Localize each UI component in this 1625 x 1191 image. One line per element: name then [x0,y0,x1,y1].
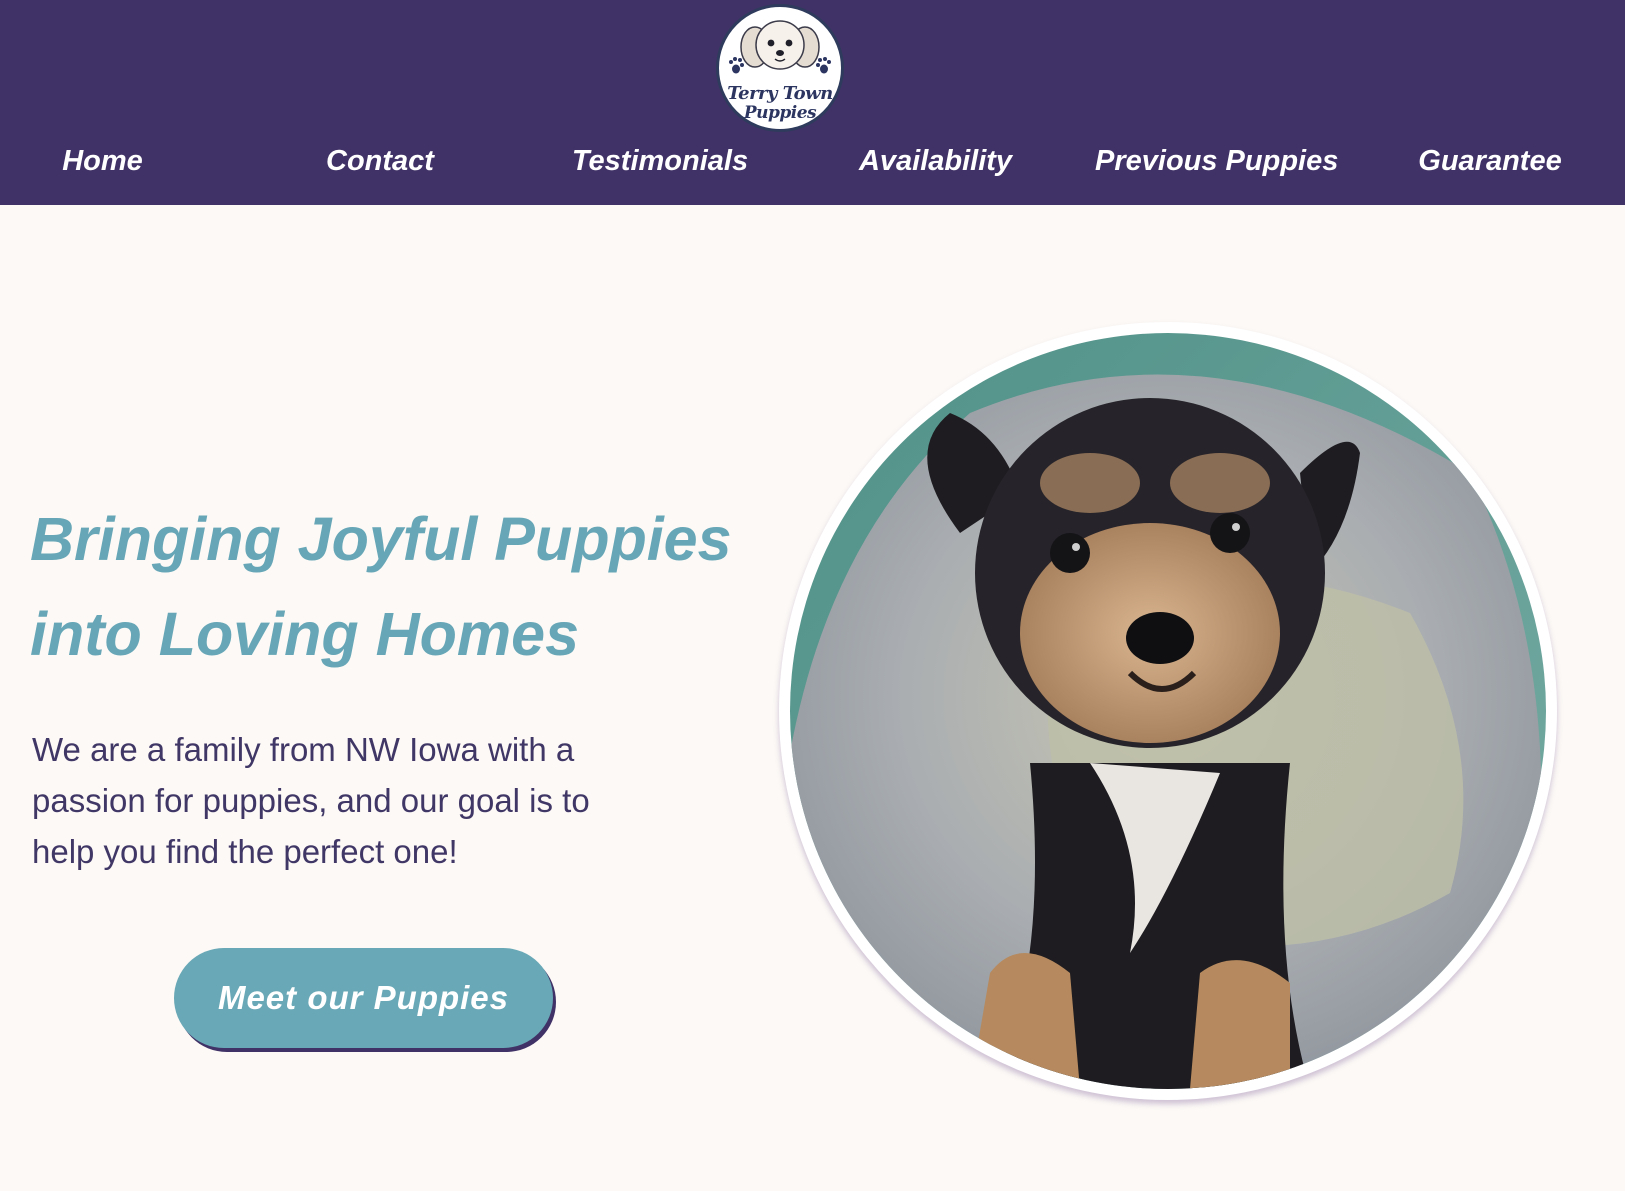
hero-text-line1: We are a family from NW Iowa with a [32,731,575,768]
hero-title-line1: Bringing Joyful Puppies [30,505,732,573]
main-nav: Home Contact Testimonials Availability P… [0,138,1625,184]
hero-text-line3: help you find the perfect one! [32,833,458,870]
hero-text-line2: passion for puppies, and our goal is to [32,782,590,819]
puppy-photo [790,333,1546,1089]
hero-title: Bringing Joyful Puppies into Loving Home… [30,492,750,682]
site-header: Terry Town Puppies Home Contact Testimon… [0,0,1625,205]
meet-our-puppies-button[interactable]: Meet our Puppies [174,948,553,1048]
hero-description: We are a family from NW Iowa with a pass… [32,724,732,877]
nav-contact[interactable]: Contact [305,138,455,184]
nav-home[interactable]: Home [40,138,165,184]
logo-text-line1: Terry Town [727,83,833,104]
site-logo[interactable]: Terry Town Puppies [716,4,844,132]
logo-text-line2: Puppies [743,103,817,123]
hero-title-line2: into Loving Homes [30,600,579,668]
nav-testimonials[interactable]: Testimonials [565,138,755,184]
nav-availability[interactable]: Availability [848,138,1023,184]
nav-previous-puppies[interactable]: Previous Puppies [1095,138,1338,184]
nav-guarantee[interactable]: Guarantee [1410,138,1570,184]
